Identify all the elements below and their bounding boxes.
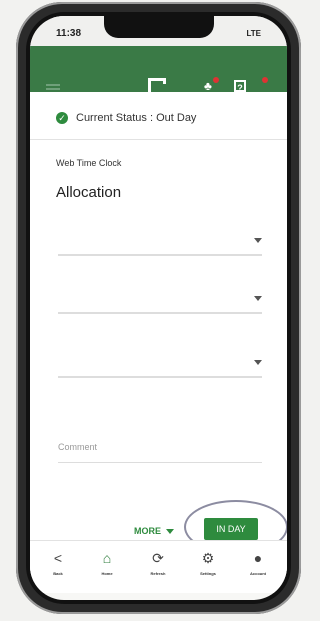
chevron-down-icon [254, 238, 262, 243]
notification-badge [213, 77, 219, 83]
phone-bezel: 11:38 LTE ♣ ? ✓ Current Status : Out Day… [26, 12, 291, 604]
page-title: Allocation [56, 184, 122, 201]
nav-settings[interactable]: ⚙ Settings [190, 551, 226, 585]
phone-frame: 11:38 LTE ♣ ? ✓ Current Status : Out Day… [16, 2, 301, 614]
nav-refresh-label: Refresh [150, 571, 166, 576]
chevron-down-icon [254, 296, 262, 301]
status-text: Current Status : Out Day [76, 112, 197, 124]
more-button[interactable]: MORE [134, 526, 174, 536]
status-bar: 11:38 LTE [30, 16, 287, 46]
current-status: ✓ Current Status : Out Day [56, 112, 196, 124]
check-circle-icon: ✓ [56, 112, 68, 124]
allocation-dropdown-1[interactable] [58, 232, 262, 256]
nav-settings-label: Settings [200, 571, 216, 576]
allocation-dropdown-2[interactable] [58, 290, 262, 314]
nav-home[interactable]: ⌂ Home [89, 551, 125, 585]
phone-notch [104, 16, 214, 38]
nav-account-label: Account [250, 571, 266, 576]
chevron-down-icon [254, 360, 262, 365]
nav-refresh[interactable]: ⟳ Refresh [140, 551, 176, 585]
section-label: Web Time Clock [56, 158, 122, 168]
overflow-badge [262, 77, 268, 83]
gear-icon: ⚙ [201, 550, 215, 566]
allocation-dropdown-3[interactable] [58, 354, 262, 378]
nav-back[interactable]: < Back [40, 551, 76, 585]
status-signal: LTE [246, 29, 261, 38]
nav-home-label: Home [101, 571, 113, 576]
refresh-icon: ⟳ [152, 550, 164, 566]
comment-placeholder: Comment [58, 442, 98, 452]
more-label: MORE [134, 526, 161, 536]
person-icon: ● [253, 550, 263, 566]
main-card: ✓ Current Status : Out Day Web Time Cloc… [30, 92, 287, 582]
nav-back-label: Back [53, 571, 63, 576]
chevron-down-icon [166, 528, 174, 534]
comment-field[interactable]: Comment [58, 440, 262, 463]
bottom-nav: < Back ⌂ Home ⟳ Refresh ⚙ Settings ● Acc… [30, 540, 287, 593]
status-time: 11:38 [56, 28, 82, 39]
nav-account[interactable]: ● Account [240, 551, 276, 585]
chevron-left-icon: < [53, 550, 63, 566]
help-icon[interactable]: ? [234, 80, 246, 93]
in-day-button[interactable]: IN DAY [204, 518, 258, 540]
app-screen: 11:38 LTE ♣ ? ✓ Current Status : Out Day… [30, 16, 287, 600]
home-icon: ⌂ [102, 550, 112, 566]
divider [30, 139, 287, 140]
